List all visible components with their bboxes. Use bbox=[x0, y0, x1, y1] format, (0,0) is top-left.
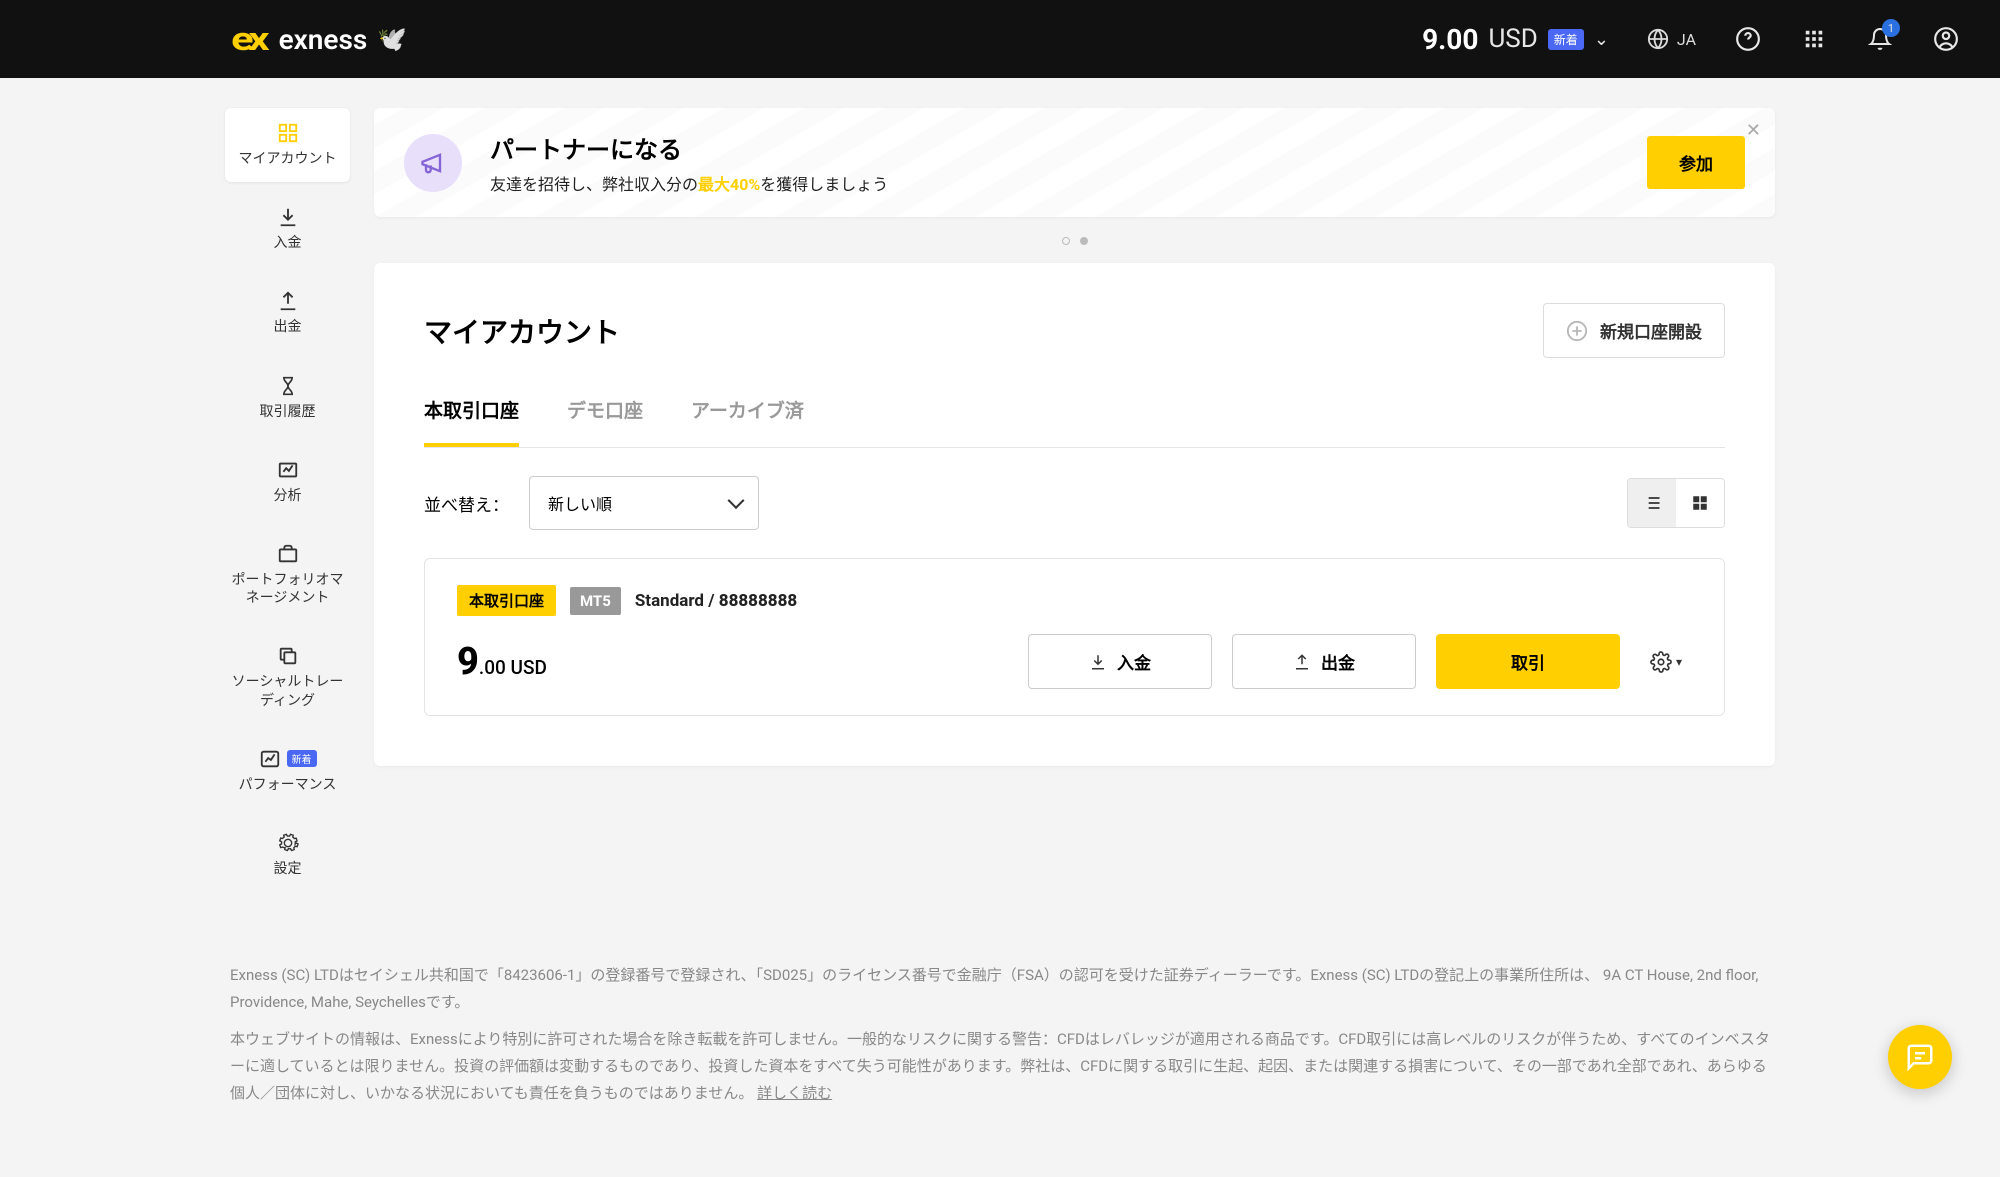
apps-button[interactable] bbox=[1800, 25, 1828, 53]
account-balance: 9.00 USD bbox=[457, 640, 547, 684]
sidebar-item-performance[interactable]: 新着 パフォーマンス bbox=[225, 734, 350, 808]
footer-legal-1: Exness (SC) LTDはセイシェル共和国で「8423606-1」の登録番… bbox=[230, 962, 1770, 1016]
close-icon[interactable]: ✕ bbox=[1746, 120, 1761, 141]
sidebar-item-label: 入金 bbox=[274, 234, 302, 252]
help-icon bbox=[1735, 26, 1761, 52]
carousel-dots bbox=[374, 237, 1775, 245]
chevron-down-icon: ⌄ bbox=[1594, 29, 1609, 50]
sort-value: 新しい順 bbox=[548, 495, 612, 514]
withdraw-icon bbox=[1293, 653, 1311, 671]
account-withdraw-button[interactable]: 出金 bbox=[1232, 634, 1416, 689]
help-button[interactable] bbox=[1734, 25, 1762, 53]
sidebar-nav: マイアカウント 入金 出金 取引履歴 分析 ポートフォリオマネージメント ソーシ… bbox=[225, 108, 350, 892]
logo-mark-icon: ex bbox=[231, 20, 264, 58]
sidebar-item-label: マイアカウント bbox=[239, 150, 337, 168]
page-title: マイアカウント bbox=[424, 311, 620, 351]
sidebar-item-deposit[interactable]: 入金 bbox=[225, 192, 350, 266]
megaphone-icon bbox=[404, 134, 462, 192]
sidebar-item-label: 取引履歴 bbox=[260, 403, 316, 421]
withdraw-icon bbox=[277, 290, 299, 312]
notifications-button[interactable]: 1 bbox=[1866, 25, 1894, 53]
caret-down-icon: ▾ bbox=[1676, 655, 1682, 669]
account-tabs: 本取引口座 デモ口座 アーカイブ済 bbox=[424, 396, 1725, 448]
notif-count-badge: 1 bbox=[1882, 19, 1900, 37]
new-badge: 新着 bbox=[287, 750, 317, 767]
new-account-label: 新規口座開設 bbox=[1600, 318, 1702, 343]
balance-currency: USD bbox=[1488, 24, 1537, 54]
app-header: ex exness 🕊️ 9.00 USD 新着 ⌄ JA 1 bbox=[0, 0, 2000, 78]
join-button[interactable]: 参加 bbox=[1647, 136, 1745, 189]
new-badge: 新着 bbox=[1548, 29, 1584, 50]
briefcase-icon bbox=[277, 543, 299, 565]
sidebar-item-label: 分析 bbox=[274, 487, 302, 505]
page-footer: Exness (SC) LTDはセイシェル共和国で「8423606-1」の登録番… bbox=[0, 932, 2000, 1177]
hourglass-icon bbox=[277, 375, 299, 397]
sidebar-item-label: ソーシャルトレーディング bbox=[229, 673, 346, 709]
partner-banner: パートナーになる 友達を招待し、弊社収入分の最大40%を獲得しましょう 参加 ✕ bbox=[374, 108, 1775, 217]
account-name: Standard / 88888888 bbox=[635, 591, 797, 611]
chart-icon bbox=[277, 459, 299, 481]
account-settings-button[interactable]: ▾ bbox=[1640, 651, 1692, 673]
gear-icon bbox=[1650, 651, 1672, 673]
new-account-button[interactable]: 新規口座開設 bbox=[1543, 303, 1725, 358]
banner-title: パートナーになる bbox=[490, 130, 1619, 165]
dove-icon: 🕊️ bbox=[377, 25, 407, 53]
brand-logo[interactable]: ex exness 🕊️ bbox=[235, 20, 407, 58]
sidebar-item-transaction-history[interactable]: 取引履歴 bbox=[225, 361, 350, 435]
list-view-button[interactable] bbox=[1628, 479, 1676, 527]
carousel-dot[interactable] bbox=[1062, 237, 1070, 245]
globe-icon bbox=[1647, 28, 1669, 50]
sidebar-item-label: パフォーマンス bbox=[239, 776, 337, 794]
account-row: 本取引口座 MT5 Standard / 88888888 9.00 USD 入… bbox=[424, 558, 1725, 716]
sidebar-item-portfolio-management[interactable]: ポートフォリオマネージメント bbox=[225, 529, 350, 621]
read-more-link[interactable]: 詳しく読む bbox=[757, 1084, 832, 1102]
view-toggle bbox=[1627, 478, 1725, 528]
sidebar-item-settings[interactable]: 設定 bbox=[225, 818, 350, 892]
balance-amount: 9.00 bbox=[1422, 23, 1478, 56]
deposit-icon bbox=[277, 206, 299, 228]
tab-real[interactable]: 本取引口座 bbox=[424, 396, 519, 447]
tab-demo[interactable]: デモ口座 bbox=[567, 396, 643, 447]
profile-button[interactable] bbox=[1932, 25, 1960, 53]
tab-archived[interactable]: アーカイブ済 bbox=[691, 396, 804, 447]
sidebar-item-label: 設定 bbox=[274, 860, 302, 878]
language-selector[interactable]: JA bbox=[1647, 28, 1696, 50]
main-content: パートナーになる 友達を招待し、弊社収入分の最大40%を獲得しましょう 参加 ✕… bbox=[374, 108, 1775, 766]
accounts-card: マイアカウント 新規口座開設 本取引口座 デモ口座 アーカイブ済 並べ替え： 新… bbox=[374, 263, 1775, 766]
deposit-icon bbox=[1089, 653, 1107, 671]
grid-icon bbox=[1691, 494, 1709, 512]
language-label: JA bbox=[1677, 30, 1696, 49]
user-icon bbox=[1933, 26, 1959, 52]
account-type-tag: 本取引口座 bbox=[457, 585, 556, 616]
sort-label: 並べ替え： bbox=[424, 491, 509, 516]
copy-icon bbox=[277, 645, 299, 667]
carousel-dot[interactable] bbox=[1080, 237, 1088, 245]
gear-icon bbox=[277, 832, 299, 854]
performance-icon bbox=[259, 748, 281, 770]
sidebar-item-label: 出金 bbox=[274, 318, 302, 336]
account-trade-button[interactable]: 取引 bbox=[1436, 634, 1620, 689]
banner-subtitle: 友達を招待し、弊社収入分の最大40%を獲得しましょう bbox=[490, 171, 1619, 195]
grid-view-button[interactable] bbox=[1676, 479, 1724, 527]
sidebar-item-my-account[interactable]: マイアカウント bbox=[225, 108, 350, 182]
brand-text: exness bbox=[279, 23, 368, 56]
apps-grid-icon bbox=[1803, 28, 1825, 50]
sidebar-item-social-trading[interactable]: ソーシャルトレーディング bbox=[225, 631, 350, 723]
chat-button[interactable] bbox=[1888, 1025, 1952, 1089]
chat-icon bbox=[1905, 1042, 1935, 1072]
account-deposit-button[interactable]: 入金 bbox=[1028, 634, 1212, 689]
sidebar-item-label: ポートフォリオマネージメント bbox=[229, 571, 346, 607]
sort-select[interactable]: 新しい順 bbox=[529, 476, 759, 530]
sidebar-item-withdraw[interactable]: 出金 bbox=[225, 276, 350, 350]
sidebar-item-analytics[interactable]: 分析 bbox=[225, 445, 350, 519]
dashboard-icon bbox=[277, 122, 299, 144]
balance-display[interactable]: 9.00 USD 新着 ⌄ bbox=[1422, 23, 1609, 56]
plus-circle-icon bbox=[1566, 320, 1588, 342]
list-icon bbox=[1642, 493, 1662, 513]
footer-legal-2: 本ウェブサイトの情報は、Exnessにより特別に許可された場合を除き転載を許可し… bbox=[230, 1026, 1770, 1107]
platform-tag: MT5 bbox=[570, 587, 621, 615]
